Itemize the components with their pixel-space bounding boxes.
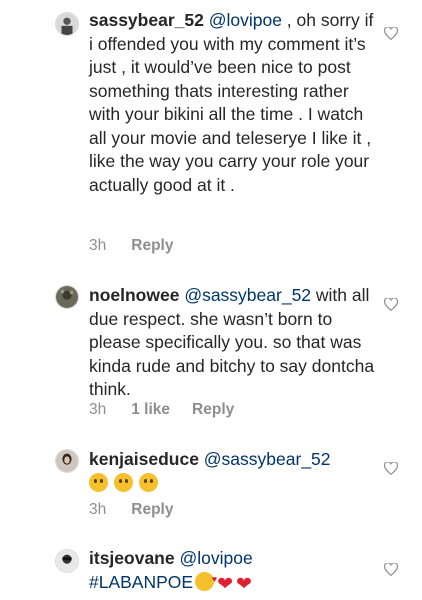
- thinking-face-icon: [114, 472, 133, 492]
- comment-mention[interactable]: @sassybear_52: [204, 449, 331, 469]
- avatar[interactable]: [55, 549, 79, 573]
- comment-mention[interactable]: @sassybear_52: [184, 285, 311, 305]
- like-heart-icon[interactable]: [384, 563, 398, 576]
- comment-body: kenjaiseduce @sassybear_52: [89, 448, 379, 495]
- comment-meta: 3h Reply: [89, 501, 195, 519]
- like-heart-icon[interactable]: [384, 298, 398, 311]
- comment-body: itsjeovane @lovipoe #LABANPOE❤❤: [89, 547, 379, 594]
- comment-mention[interactable]: @lovipoe: [209, 10, 282, 30]
- avatar[interactable]: [55, 12, 79, 36]
- avatar[interactable]: [55, 449, 79, 473]
- reply-button[interactable]: Reply: [192, 401, 234, 419]
- thinking-face-icon: [139, 472, 158, 492]
- emoji-group: ❤❤: [193, 568, 252, 595]
- comment-time: 3h: [89, 237, 107, 254]
- like-heart-icon[interactable]: [384, 462, 398, 475]
- comment-hashtag[interactable]: #LABANPOE: [89, 572, 193, 592]
- comment-mention[interactable]: @lovipoe: [179, 548, 252, 568]
- comment-username[interactable]: sassybear_52: [89, 10, 204, 30]
- avatar-image-icon: [56, 450, 78, 472]
- avatar-image-icon: [56, 286, 78, 308]
- comment-username[interactable]: kenjaiseduce: [89, 449, 199, 469]
- comment-text: , oh sorry if i offended you with my com…: [89, 10, 374, 195]
- thinking-face-emoji-group: [89, 472, 164, 493]
- thinking-face-icon: [89, 472, 108, 492]
- reply-button[interactable]: Reply: [131, 501, 173, 519]
- reply-button[interactable]: Reply: [131, 237, 173, 255]
- comment-body: noelnowee @sassybear_52 with all due res…: [89, 284, 379, 402]
- comment-username[interactable]: itsjeovane: [89, 548, 175, 568]
- comment-meta: 3h 1 like Reply: [89, 401, 256, 419]
- avatar-image-icon: [56, 550, 78, 572]
- avatar-image-icon: [56, 13, 78, 35]
- kiss-face-icon: [195, 568, 217, 591]
- red-heart-icon: ❤: [217, 573, 233, 595]
- comment-username[interactable]: noelnowee: [89, 285, 179, 305]
- avatar[interactable]: [55, 285, 79, 309]
- comment-time: 3h: [89, 501, 107, 518]
- comment-body: sassybear_52 @lovipoe , oh sorry if i of…: [89, 9, 379, 197]
- likes-count[interactable]: 1 like: [131, 401, 170, 419]
- red-heart-icon: ❤: [236, 573, 252, 595]
- like-heart-icon[interactable]: [384, 27, 398, 40]
- comment-time: 3h: [89, 401, 107, 418]
- comment-meta: 3h Reply: [89, 237, 195, 255]
